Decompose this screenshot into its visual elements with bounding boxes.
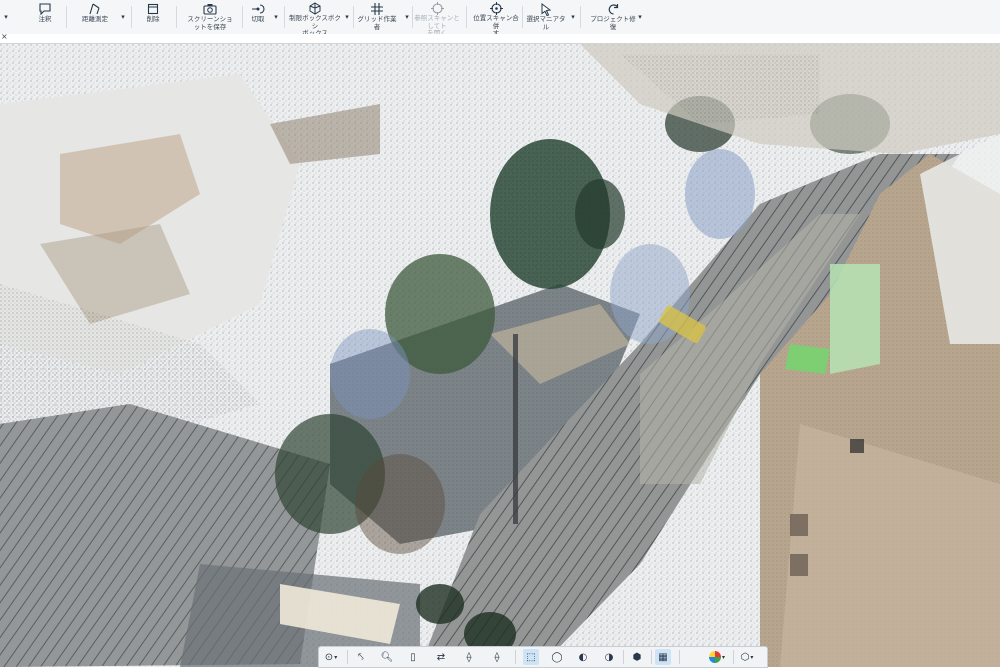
zoom-icon[interactable]: 🔍︎	[379, 649, 395, 665]
transform-symbol: ⤣	[358, 651, 364, 663]
select-dropdown-icon[interactable]: ▾	[569, 13, 577, 21]
clip-label: 切取	[251, 15, 265, 23]
measure-button[interactable]: 距離測定	[78, 2, 112, 32]
contrast-icon[interactable]: ◑	[601, 649, 617, 665]
zoom-symbol: 🔍︎	[380, 651, 394, 663]
pan-symbol: ⇄	[436, 651, 446, 663]
annotation-icon	[39, 3, 51, 15]
clip-icon	[252, 4, 265, 14]
page-icon[interactable]: ▯	[405, 649, 421, 665]
measure-label: 距離測定	[82, 15, 108, 23]
color-wheel-graphic	[709, 651, 721, 663]
select-label: 選択マニアタル	[526, 15, 566, 31]
move-icon[interactable]: ⟠	[489, 649, 505, 665]
annotation-label: 注釈	[38, 15, 52, 23]
measure-dropdown-icon[interactable]: ▾	[119, 13, 127, 21]
select-icon	[541, 2, 552, 16]
grid-view-symbol: ▦	[658, 651, 668, 663]
color-wheel-icon[interactable]: ▾	[709, 649, 725, 665]
transform-icon[interactable]: ⤣	[353, 649, 369, 665]
orbit-symbol: ◯	[551, 651, 563, 663]
screenshot-label: スクリーンショ ットを保存	[187, 15, 233, 31]
clip-button[interactable]: 切取	[246, 2, 270, 32]
grid-view-icon[interactable]: ▦	[655, 649, 671, 665]
delete-icon	[147, 3, 159, 15]
contrast-symbol: ◑	[604, 651, 614, 663]
tool-symbol: ⬡	[740, 651, 750, 663]
cube-view-icon[interactable]: ⬚	[523, 649, 539, 665]
page-symbol: ▯	[410, 651, 416, 663]
annotation-button[interactable]: 注釈	[30, 2, 60, 32]
orbit-icon[interactable]: ◯	[549, 649, 565, 665]
close-tab-icon[interactable]: ×	[1, 32, 8, 41]
delete-label: 削除	[146, 15, 160, 23]
ribbon-toolbar: 注釈 距離測定 ▾ 削除 スクリーンショ ットを保存 切取 ▾ 制限ボックスボク…	[0, 0, 1000, 37]
tab-strip: ×	[0, 32, 1000, 44]
pan-icon[interactable]: ⇄	[433, 649, 449, 665]
clipping-box-dropdown-icon[interactable]: ▾	[343, 13, 351, 21]
compass-icon[interactable]: ⊙ ▾	[323, 649, 339, 665]
project-repair-button[interactable]: プロジェクト修復	[588, 2, 638, 32]
grid-button[interactable]: グリッド作業者	[357, 2, 397, 32]
point-cloud-scene	[0, 44, 1000, 667]
project-repair-label: プロジェクト修復	[590, 15, 636, 31]
project-dropdown-icon[interactable]: ▾	[636, 13, 644, 21]
grid-icon	[371, 3, 383, 15]
camera-icon	[203, 4, 217, 15]
delete-button[interactable]: 削除	[138, 2, 168, 32]
measure-icon	[89, 3, 100, 15]
clip-dropdown-icon[interactable]: ▾	[272, 13, 280, 21]
grid-label: グリッド作業者	[357, 15, 397, 31]
half-circle-symbol: ◐	[578, 651, 588, 663]
reference-scan-icon	[430, 2, 444, 15]
select-button[interactable]: 選択マニアタル	[524, 2, 568, 32]
node-symbol: ⟠	[466, 651, 472, 663]
move-symbol: ⟠	[494, 651, 500, 663]
cube-symbol: ⬢	[632, 651, 642, 663]
position-button[interactable]: 位置スキャン合併 す	[472, 2, 520, 37]
bottom-view-toolbar: ⊙ ▾ ⤣ 🔍︎ ▯ ⇄ ⟠ ⟠ ⬚ ◯ ◐ ◑ ⬢ ▦ ▾ ⬡ ▾	[318, 646, 768, 668]
grid-dropdown-icon[interactable]: ▾	[403, 13, 411, 21]
node-icon[interactable]: ⟠	[461, 649, 477, 665]
tool-icon[interactable]: ⬡ ▾	[739, 649, 755, 665]
point-cloud-viewport[interactable]	[0, 44, 1000, 667]
reference-scan-button[interactable]: 参照スキャンとしてト を開く	[414, 2, 460, 37]
half-circle-icon[interactable]: ◐	[575, 649, 591, 665]
compass-symbol: ⊙	[324, 651, 334, 663]
cube-view-symbol: ⬚	[526, 651, 536, 663]
screenshot-button[interactable]: スクリーンショ ットを保存	[182, 2, 238, 32]
left-dropdown-icon[interactable]: ▾	[2, 13, 10, 21]
project-icon	[608, 3, 618, 15]
clipping-box-button[interactable]: 制限ボックスボクシ ボックス	[288, 2, 342, 37]
cube-icon[interactable]: ⬢	[629, 649, 645, 665]
